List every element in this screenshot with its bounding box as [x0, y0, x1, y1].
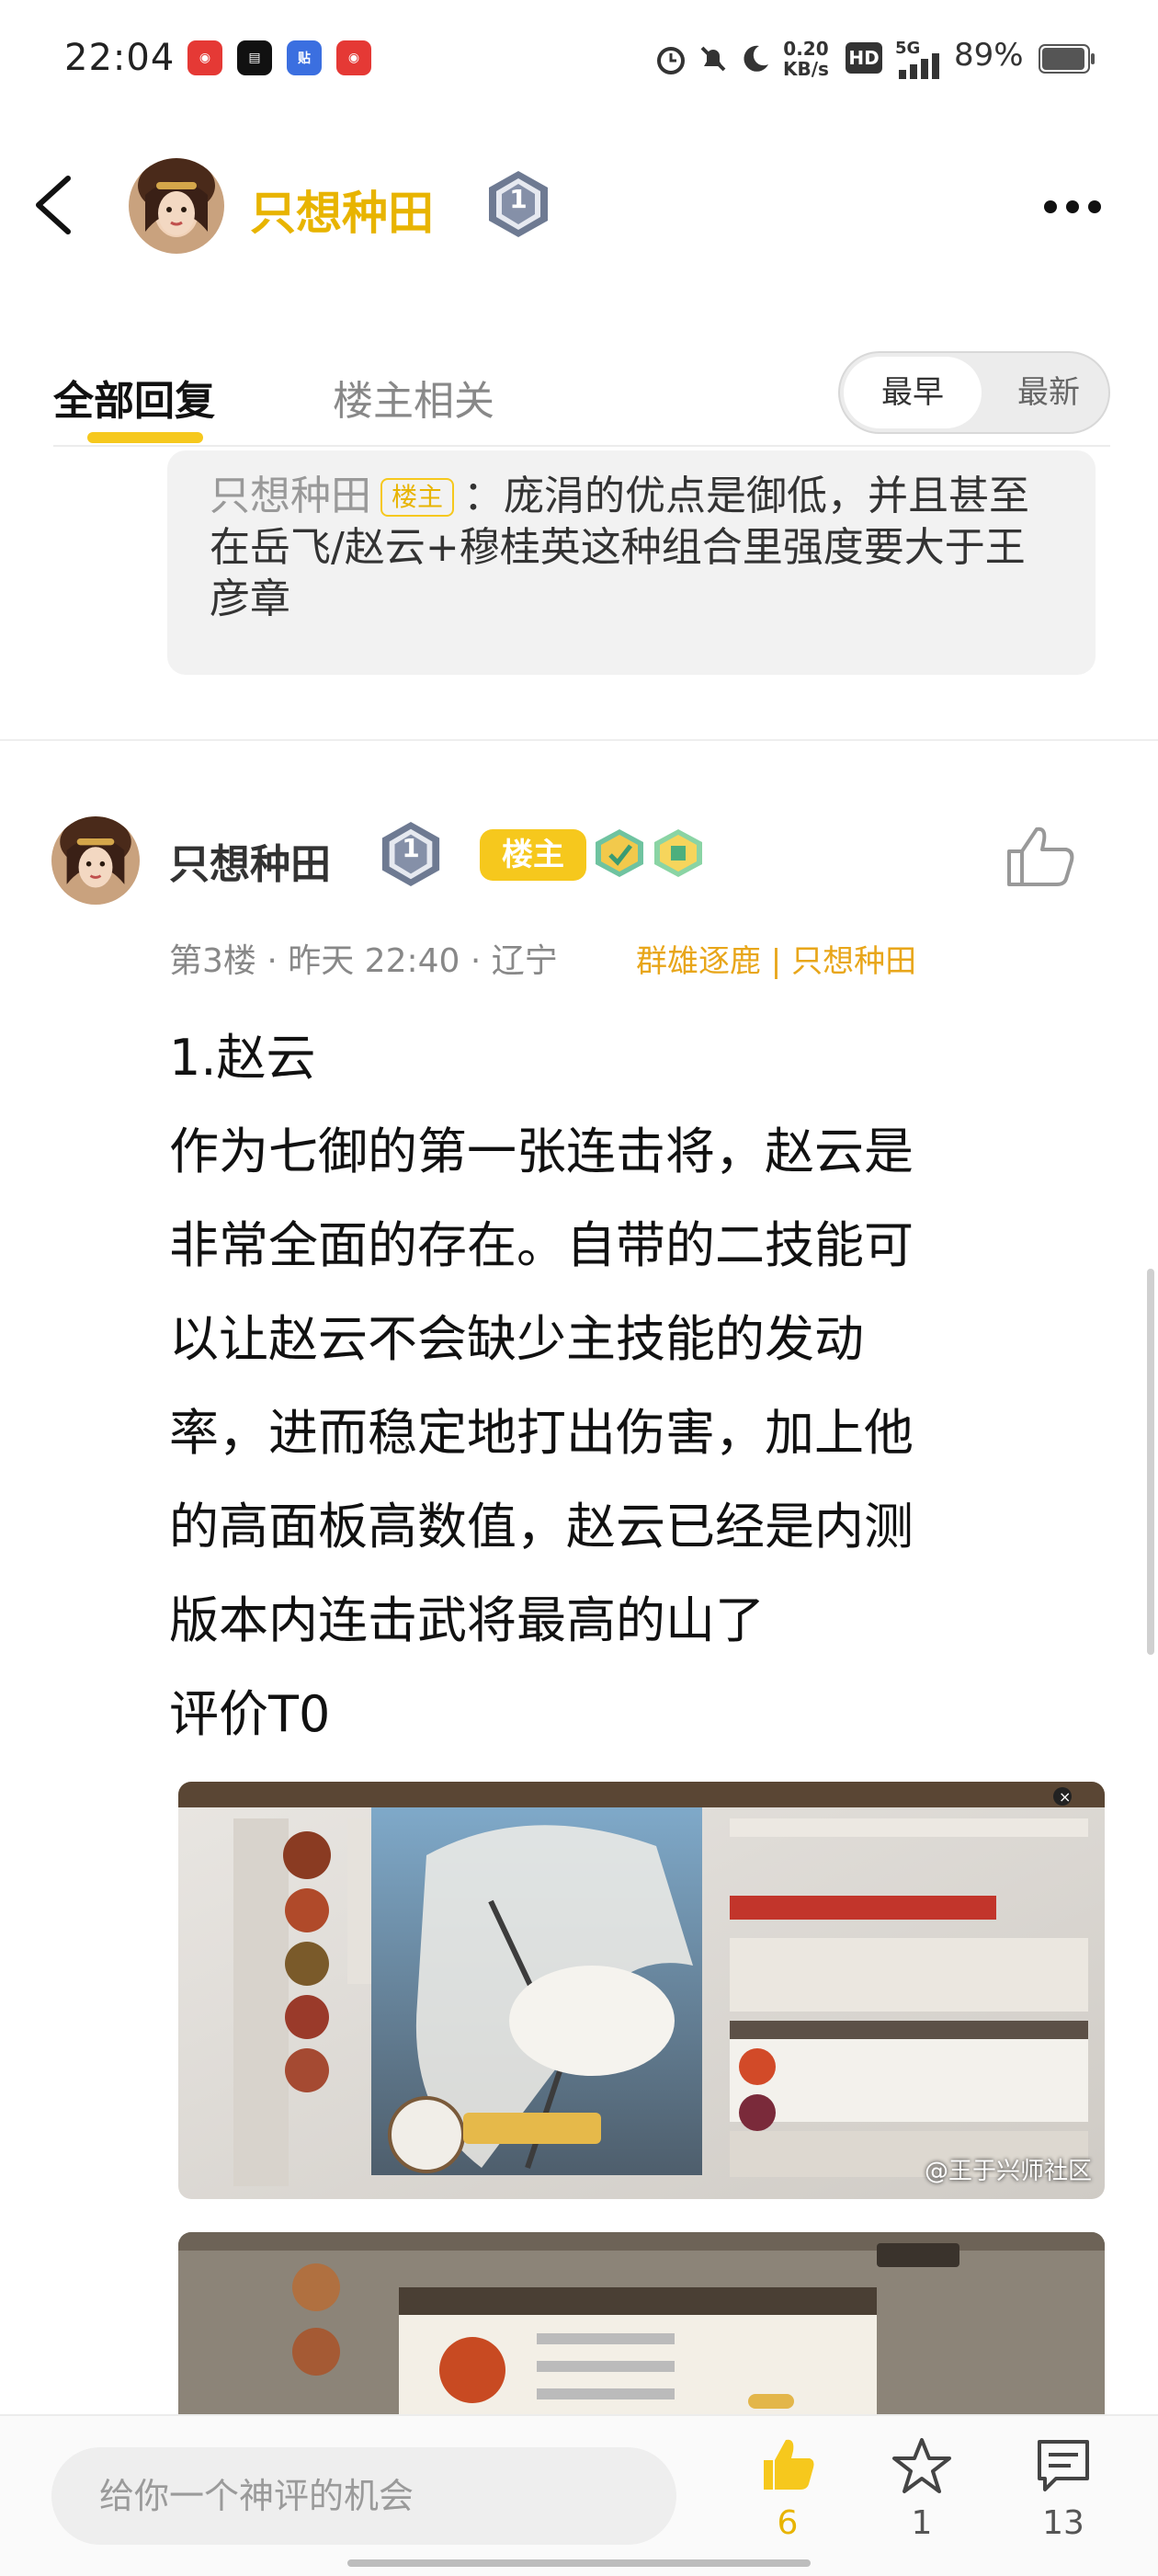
post-line: 作为七御的第一张连击将，赵云是 [169, 1123, 914, 1180]
header-username[interactable]: 只想种田 [250, 177, 434, 243]
sort-earliest-button[interactable]: 最早 [844, 357, 982, 428]
post-line: 版本内连击武将最高的山了 [169, 1591, 765, 1649]
comment-bubble-icon [1038, 2440, 1089, 2491]
post-line: 评价T0 [169, 1685, 331, 1743]
post-line: 率，进而稳定地打出伤害，加上他 [169, 1404, 914, 1462]
post-line: 的高面板高数值，赵云已经是内测 [169, 1498, 914, 1556]
more-options-icon[interactable] [1040, 193, 1105, 221]
post-meta: 第3楼 · 昨天 22:40 · 辽宁 [169, 942, 558, 980]
hd-badge: HD [846, 42, 882, 74]
battery-icon [1039, 44, 1095, 74]
tab-divider [53, 445, 1110, 447]
sort-toggle: 最早 最新 [838, 351, 1110, 434]
post-line: 以让赵云不会缺少主技能的发动 [169, 1310, 864, 1368]
comment-input[interactable] [51, 2447, 676, 2545]
star-icon [892, 2438, 951, 2493]
scrollbar[interactable] [1147, 1269, 1154, 1655]
comment-button[interactable]: 13 [1013, 2436, 1114, 2542]
network-speed: 0.20 KB/s [783, 38, 829, 80]
level-number: 1 [509, 184, 528, 214]
home-indicator[interactable] [347, 2559, 811, 2567]
mute-bell-icon [700, 46, 726, 72]
favorite-button[interactable]: 1 [871, 2436, 972, 2542]
post-username[interactable]: 只想种田 [169, 831, 331, 890]
netease-music-icon: ◉ [187, 40, 222, 75]
post-line: 1.赵云 [169, 1029, 316, 1087]
back-arrow-icon[interactable] [28, 173, 83, 237]
post-source[interactable]: 群雄逐鹿 | 只想种田 [636, 936, 916, 981]
svg-text:×: × [1059, 1788, 1071, 1806]
post-op-tag: 楼主 [480, 829, 586, 881]
tieba-icon: 贴 [287, 40, 322, 75]
quote-op-tag: 楼主 [380, 478, 455, 517]
comment-count: 13 [1042, 2504, 1084, 2542]
do-not-disturb-moon-icon [744, 45, 768, 72]
post-like-icon[interactable] [1004, 824, 1077, 888]
tab-all-replies[interactable]: 全部回复 [53, 368, 215, 427]
status-time: 22:04 [64, 37, 176, 79]
netease-music-icon-2: ◉ [336, 40, 371, 75]
post-author-avatar[interactable] [51, 816, 140, 905]
sort-latest-button[interactable]: 最新 [989, 353, 1108, 432]
alarm-icon [657, 47, 685, 74]
post-image-skill-detail[interactable] [178, 2232, 1105, 2416]
image-watermark: @王于兴师社区 [924, 2158, 1092, 2185]
signal-strength-icon [899, 53, 939, 79]
author-avatar[interactable] [129, 158, 224, 254]
like-count: 6 [777, 2504, 799, 2542]
medal-badge-icon [596, 829, 643, 877]
battery-percent: 89% [954, 37, 1024, 74]
post-body: 1.赵云 作为七御的第一张连击将，赵云是 非常全面的存在。自带的二技能可 以让赵… [169, 1011, 1070, 1761]
app-notification-icon: ▤ [237, 40, 272, 75]
medal-badge-icon-2 [654, 829, 702, 877]
favorite-count: 1 [911, 2504, 933, 2542]
thumbs-up-icon [764, 2439, 814, 2490]
section-divider [0, 739, 1158, 741]
tab-op-related[interactable]: 楼主相关 [333, 368, 494, 427]
quoted-reply-text: 只想种田 楼主 ：庞涓的优点是御低，并且甚至在岳飞/赵云+穆桂英这种组合里强度要大于… [210, 471, 1064, 625]
post-level-number: 1 [402, 833, 420, 863]
tab-active-indicator [87, 432, 203, 443]
quote-author[interactable]: 只想种田 [210, 473, 371, 519]
post-line: 非常全面的存在。自带的二技能可 [169, 1216, 914, 1274]
post-image-game-screenshot[interactable]: × @王于兴师社区 [178, 1782, 1105, 2199]
like-button[interactable]: 6 [737, 2436, 838, 2542]
